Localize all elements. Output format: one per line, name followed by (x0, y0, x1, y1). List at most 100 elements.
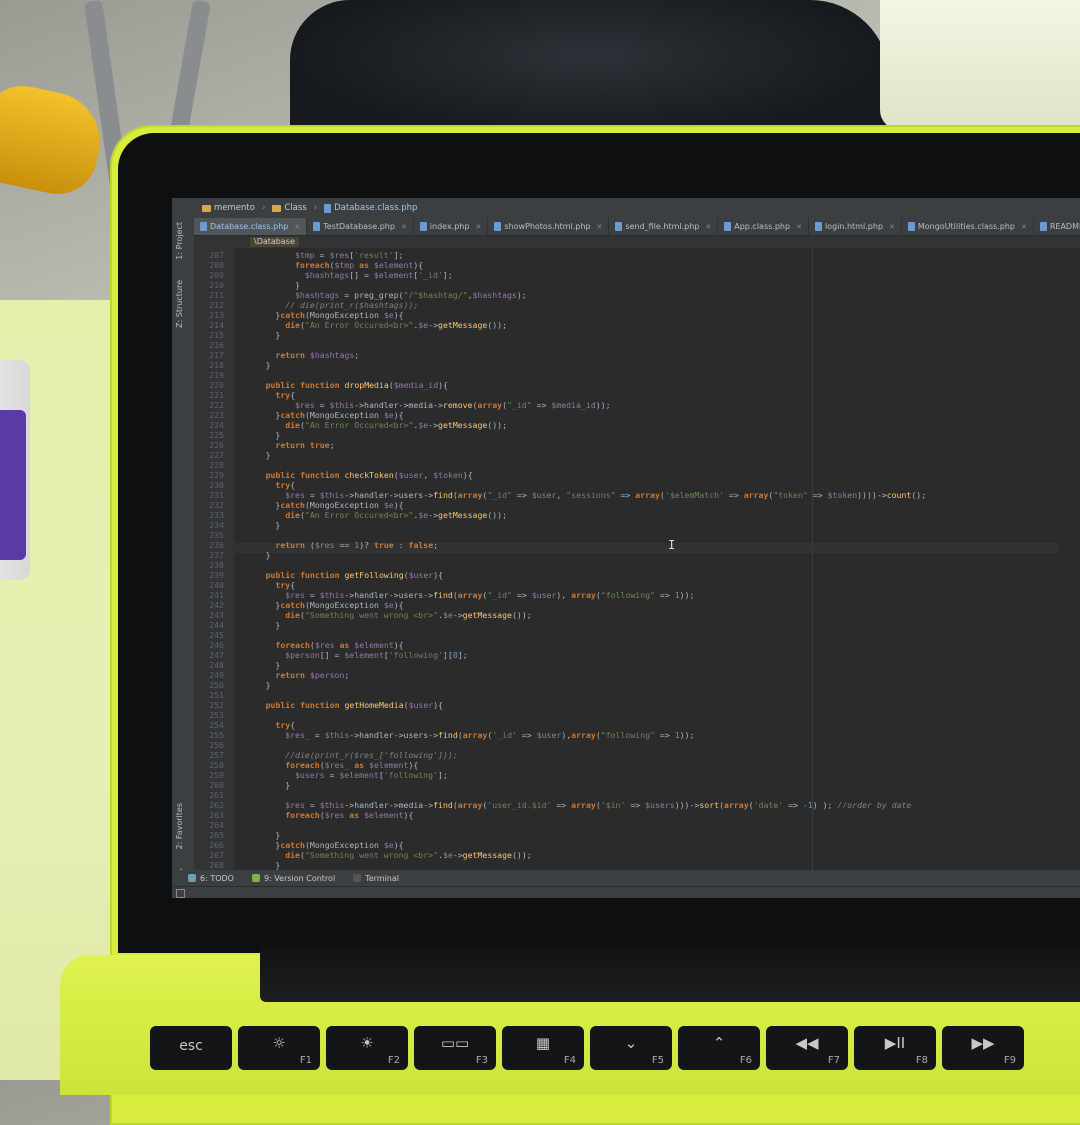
line-number: 250 (209, 680, 224, 690)
line-number: 268 (209, 860, 224, 870)
ide-window: memento › Class › Database.class.php 1: Proj… (172, 198, 1080, 898)
editor-tab[interactable]: MongoUtilities.class.php ✕ (902, 218, 1034, 235)
line-number: 227 (209, 450, 224, 460)
line-number: 223 (209, 410, 224, 420)
code-text: return ($res == 1)? true : false; (275, 540, 439, 550)
function-key[interactable]: ▭▭ F3 (414, 1026, 496, 1070)
line-number: 234 (209, 520, 224, 530)
editor-tab[interactable]: index.php ✕ (414, 218, 489, 235)
line-number: 266 (209, 840, 224, 850)
function-key[interactable]: ▶▶ F9 (942, 1026, 1024, 1070)
status-bar (172, 886, 1080, 898)
editor-tab[interactable]: login.html.php ✕ (809, 218, 902, 235)
tool-windows-toggle-icon[interactable] (176, 889, 185, 898)
code-text: die("An Error Occured<br>".$e->getMessag… (285, 510, 508, 520)
line-number: 248 (209, 660, 224, 670)
editor-tab-label: Database.class.php (210, 222, 289, 231)
line-number: 236 (209, 540, 224, 550)
editor-tab[interactable]: showPhotos.html.php ✕ (488, 218, 610, 235)
code-text: // die(print_r($hashtags)); (285, 300, 419, 310)
function-key-row: esc ☼ F1 ☀ F2 ▭▭ F3 ▦ F4 ⌄ F5 ⌃ F6 ◀◀ F7 ▶II F8 ▶▶ F9 (150, 1026, 1024, 1070)
breadcrumb-class[interactable]: \Database (250, 237, 299, 247)
php-file-icon (419, 222, 427, 231)
code-text: }catch(MongoException $e){ (275, 500, 404, 510)
code-text: return $person; (275, 670, 350, 680)
line-number: 262 (209, 800, 224, 810)
code-text: $person[] = $element['following'][0]; (285, 650, 468, 660)
version-control-icon (251, 874, 260, 882)
line-number: 259 (209, 770, 224, 780)
function-key-icon: ◀◀ (795, 1034, 819, 1052)
line-number: 219 (209, 370, 224, 380)
close-tab-icon[interactable]: ✕ (401, 223, 407, 231)
todo-icon (188, 874, 196, 882)
function-key[interactable]: ☀ F2 (326, 1026, 408, 1070)
line-number: 241 (209, 590, 224, 600)
separator-icon: › (261, 203, 266, 213)
function-key-icon: ▭▭ (440, 1034, 470, 1052)
code-text: $tmp = $res['result']; (295, 250, 404, 260)
close-tab-icon[interactable]: ✕ (705, 223, 711, 231)
line-number: 216 (209, 340, 224, 350)
code-text: } (265, 550, 271, 560)
navbar-item[interactable]: memento (202, 203, 255, 213)
navbar-item[interactable]: Database.class.php (324, 203, 417, 213)
editor-tab[interactable]: App.class.php ✕ (718, 218, 809, 235)
line-number: 235 (209, 530, 224, 540)
navbar-item-label: Class (284, 203, 307, 213)
line-number: 247 (209, 650, 224, 660)
close-tab-icon[interactable]: ✕ (294, 223, 300, 231)
separator-icon: › (313, 203, 318, 213)
code-text: try{ (275, 390, 296, 400)
function-key-icon: ⌄ (624, 1034, 638, 1052)
editor-tab-label: README.md (1049, 222, 1080, 231)
navbar-item[interactable]: Class (272, 203, 307, 213)
editor-tab[interactable]: README.md✕ (1034, 218, 1080, 235)
tool-window-button[interactable]: 9: Version Control (251, 873, 336, 883)
structure-tool-tab[interactable]: Z: Structure (175, 280, 184, 328)
close-tab-icon[interactable]: ✕ (475, 223, 481, 231)
line-number: 249 (209, 670, 224, 680)
function-key[interactable]: ▦ F4 (502, 1026, 584, 1070)
close-tab-icon[interactable]: ✕ (1021, 223, 1027, 231)
editor-tab[interactable]: send_file.html.php ✕ (609, 218, 719, 235)
tool-window-label: Terminal (365, 873, 399, 883)
code-text: } (265, 450, 271, 460)
tool-window-label: 9: Version Control (263, 873, 336, 883)
line-number: 264 (209, 820, 224, 830)
project-tool-tab[interactable]: 1: Project (175, 222, 184, 260)
esc-key[interactable]: esc (150, 1026, 232, 1070)
line-number: 209 (209, 270, 224, 280)
editor-tab[interactable]: Database.class.php ✕ (194, 218, 308, 235)
line-number: 245 (209, 630, 224, 640)
function-key-icon: ▶II (884, 1034, 906, 1052)
line-number: 208 (209, 260, 224, 270)
php-file-icon (324, 203, 332, 213)
favorites-tool-tab[interactable]: 2: Favorites (175, 803, 184, 849)
close-tab-icon[interactable]: ✕ (597, 223, 603, 231)
close-tab-icon[interactable]: ✕ (796, 223, 802, 231)
code-text: $res_ = $this->handler->users->find(arra… (285, 730, 695, 740)
code-editor[interactable]: 207 $tmp = $res['result']; 208 foreach($tmp… (194, 250, 1080, 872)
function-key-label: F5 (651, 1055, 664, 1066)
code-text: try{ (275, 580, 296, 590)
line-number: 215 (209, 330, 224, 340)
function-key[interactable]: ▶II F8 (854, 1026, 936, 1070)
tool-window-label: 6: TODO (200, 873, 234, 883)
close-tab-icon[interactable]: ✕ (889, 223, 895, 231)
function-key[interactable]: ⌄ F5 (590, 1026, 672, 1070)
tool-window-button[interactable]: Terminal (353, 874, 399, 883)
line-number: 263 (209, 810, 224, 820)
editor-tab[interactable]: TestDatabase.php ✕ (307, 218, 414, 235)
code-text: $res = $this->handler->media->remove(arr… (295, 400, 611, 410)
code-text: }catch(MongoException $e){ (275, 840, 404, 850)
php-file-icon (615, 222, 623, 231)
function-key[interactable]: ☼ F1 (238, 1026, 320, 1070)
line-number: 238 (209, 560, 224, 570)
tool-window-button[interactable]: 6: TODO (188, 874, 234, 883)
line-number: 232 (209, 500, 224, 510)
line-number: 251 (209, 690, 224, 700)
function-key[interactable]: ◀◀ F7 (766, 1026, 848, 1070)
function-key[interactable]: ⌃ F6 (678, 1026, 760, 1070)
line-number: 212 (209, 300, 224, 310)
